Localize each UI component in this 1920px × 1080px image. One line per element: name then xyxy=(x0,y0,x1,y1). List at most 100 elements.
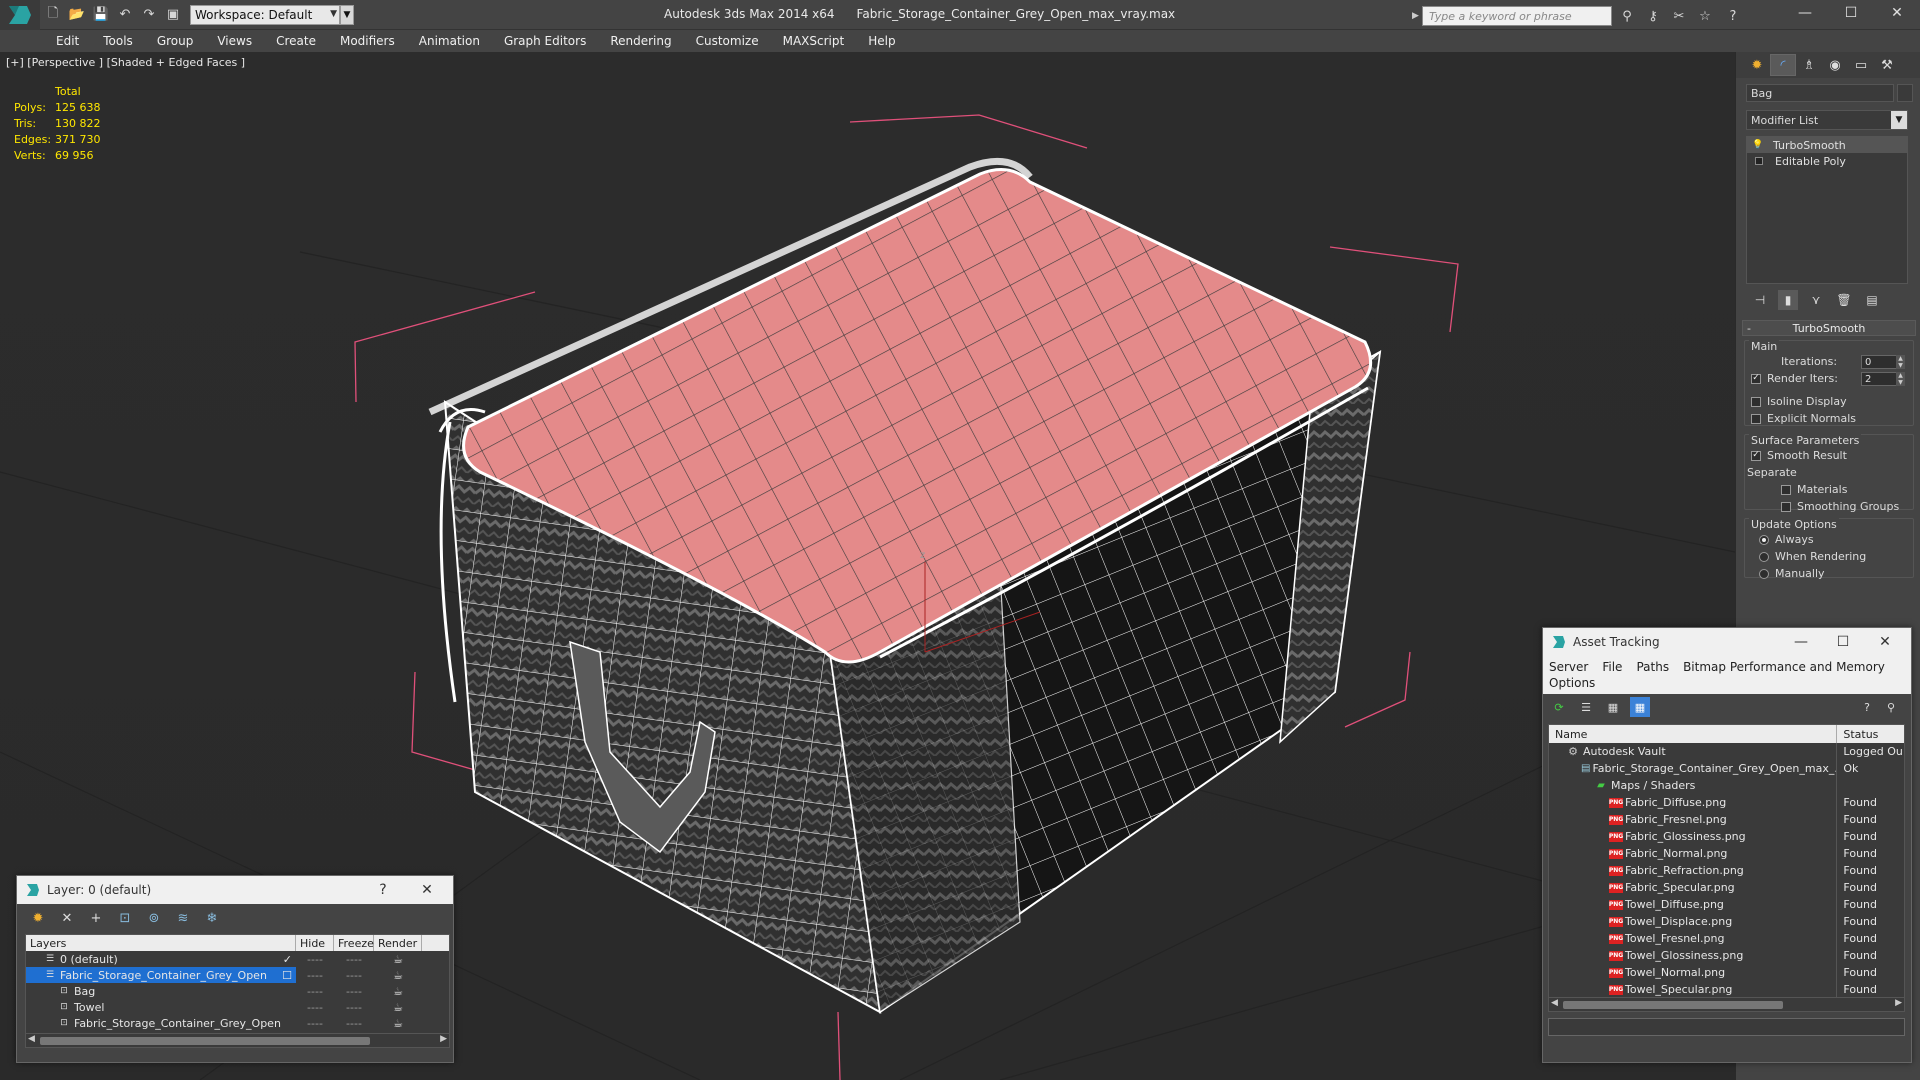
close-button[interactable]: ✕ xyxy=(1865,628,1905,656)
layer-row[interactable]: ☰ 0 (default) ✓ ---- ---- ☕ xyxy=(26,951,449,967)
delete-layer-icon[interactable]: ✕ xyxy=(56,907,78,929)
help-button[interactable]: ? xyxy=(363,876,403,904)
freeze-toggle[interactable]: ---- xyxy=(334,951,374,967)
select-objects-icon[interactable]: ⊡ xyxy=(114,907,136,929)
list-view-icon[interactable]: ☰ xyxy=(1576,697,1596,717)
menu-animation[interactable]: Animation xyxy=(419,34,480,48)
display-tab-icon[interactable]: ▭ xyxy=(1848,54,1874,76)
thumbnail-view-icon[interactable]: ▦ xyxy=(1603,697,1623,717)
asset-row[interactable]: ▰ Maps / Shaders xyxy=(1549,777,1904,794)
search-expand-icon[interactable]: ▶ xyxy=(1412,6,1422,26)
asset-row[interactable]: PNG Fabric_Specular.png Found xyxy=(1549,879,1904,896)
configure-sets-icon[interactable]: ▤ xyxy=(1862,290,1882,310)
render-teapot-icon[interactable]: ☕ xyxy=(374,999,422,1015)
spinner-arrows-icon[interactable]: ▲ ▼ xyxy=(1896,372,1905,386)
active-layer-checkbox[interactable]: ☐ xyxy=(282,969,292,982)
remove-modifier-icon[interactable]: 🗑 xyxy=(1834,290,1854,310)
layer-row[interactable]: ☰ Fabric_Storage_Container_Grey_Open ☐ ----… xyxy=(26,967,449,983)
app-logo-button[interactable] xyxy=(0,0,40,30)
turbosmooth-rollout-header[interactable]: - TurboSmooth xyxy=(1742,320,1916,336)
pin-stack-icon[interactable]: ⊣ xyxy=(1750,290,1770,310)
menu-tools[interactable]: Tools xyxy=(103,34,133,48)
asset-row[interactable]: PNG Towel_Normal.png Found xyxy=(1549,964,1904,981)
highlight-layer-icon[interactable]: ⊚ xyxy=(143,907,165,929)
refresh-icon[interactable]: ⟳ xyxy=(1549,697,1569,717)
hide-toggle[interactable]: ---- xyxy=(296,983,334,999)
update-manually-radio[interactable] xyxy=(1759,568,1769,579)
render-teapot-icon[interactable]: ☕ xyxy=(374,967,422,983)
materials-checkbox[interactable] xyxy=(1781,484,1791,495)
scroll-right-icon[interactable]: ▶ xyxy=(440,1034,447,1044)
hide-all-icon[interactable]: ≋ xyxy=(172,907,194,929)
active-layer-checkbox[interactable]: ✓ xyxy=(283,953,292,966)
menu-graph-editors[interactable]: Graph Editors xyxy=(504,34,586,48)
asset-row[interactable]: PNG Fabric_Refraction.png Found xyxy=(1549,862,1904,879)
asset-menu-bitmap-performance[interactable]: Bitmap Performance and Memory xyxy=(1683,660,1885,674)
freeze-toggle[interactable]: ---- xyxy=(334,1015,374,1031)
object-name-input[interactable]: Bag xyxy=(1746,84,1894,102)
new-layer-icon[interactable]: ✹ xyxy=(27,907,49,929)
hide-toggle[interactable]: ---- xyxy=(296,1015,334,1031)
add-to-layer-icon[interactable]: + xyxy=(85,907,107,929)
layer-row[interactable]: ⊡ Bag ---- ---- ☕ xyxy=(26,983,449,999)
show-end-result-icon[interactable]: ▮ xyxy=(1778,290,1798,310)
render-teapot-icon[interactable]: ☕ xyxy=(374,983,422,999)
table-view-icon[interactable]: ▦ xyxy=(1630,697,1650,717)
help-icon[interactable]: ? xyxy=(1857,697,1877,717)
asset-row[interactable]: PNG Towel_Specular.png Found xyxy=(1549,981,1904,998)
motion-tab-icon[interactable]: ◉ xyxy=(1822,54,1848,76)
scroll-thumb[interactable] xyxy=(1563,1001,1783,1009)
minimize-button[interactable]: — xyxy=(1782,0,1828,26)
stack-item-editable-poly[interactable]: Editable Poly xyxy=(1747,153,1907,169)
render-iters-checkbox[interactable]: ✓ xyxy=(1751,373,1761,384)
object-color-swatch[interactable] xyxy=(1897,84,1913,102)
search-input[interactable]: Type a keyword or phrase xyxy=(1422,6,1612,26)
menu-customize[interactable]: Customize xyxy=(696,34,759,48)
smoothing-groups-checkbox[interactable] xyxy=(1781,501,1791,512)
create-tab-sun-icon[interactable]: ✹ xyxy=(1744,54,1770,76)
render-teapot-icon[interactable]: ☕ xyxy=(374,951,422,967)
hierarchy-tab-icon[interactable]: ♗ xyxy=(1796,54,1822,76)
col-status-header[interactable]: Status xyxy=(1837,725,1904,743)
undo-icon[interactable]: ↶ xyxy=(114,4,136,26)
save-file-icon[interactable]: 💾 xyxy=(90,4,112,26)
menu-help[interactable]: Help xyxy=(868,34,895,48)
workspace-dropdown-arrow[interactable]: ▼ xyxy=(340,4,354,25)
scroll-right-icon[interactable]: ▶ xyxy=(1895,998,1902,1008)
menu-create[interactable]: Create xyxy=(276,34,316,48)
spinner-arrows-icon[interactable]: ▲ ▼ xyxy=(1896,355,1905,369)
render-iters-spinner[interactable]: 2 ▲ ▼ xyxy=(1861,372,1905,386)
isoline-checkbox[interactable] xyxy=(1751,396,1761,407)
project-folder-icon[interactable]: ▣ xyxy=(162,4,184,26)
asset-row[interactable]: PNG Towel_Glossiness.png Found xyxy=(1549,947,1904,964)
layer-row[interactable]: ⊡ Fabric_Storage_Container_Grey_Open ---- -… xyxy=(26,1015,449,1031)
expand-box-icon[interactable] xyxy=(1755,157,1763,165)
freeze-toggle[interactable]: ---- xyxy=(334,983,374,999)
smooth-result-checkbox[interactable]: ✓ xyxy=(1751,450,1761,461)
layer-dialog-titlebar[interactable]: Layer: 0 (default) ? ✕ xyxy=(17,876,453,904)
tools-icon[interactable]: ✂ xyxy=(1668,6,1690,26)
asset-row[interactable]: PNG Fabric_Fresnel.png Found xyxy=(1549,811,1904,828)
make-unique-icon[interactable]: ⋎ xyxy=(1806,290,1826,310)
minimize-button[interactable]: — xyxy=(1781,628,1821,656)
asset-row[interactable]: PNG Fabric_Diffuse.png Found xyxy=(1549,794,1904,811)
asset-menu-file[interactable]: File xyxy=(1602,660,1622,674)
asset-path-field[interactable] xyxy=(1548,1018,1905,1036)
asset-row[interactable]: PNG Towel_Fresnel.png Found xyxy=(1549,930,1904,947)
star-icon[interactable]: ☆ xyxy=(1694,6,1716,26)
asset-menu-options[interactable]: Options xyxy=(1549,676,1595,690)
modifier-list-dropdown[interactable]: Modifier List ▼ xyxy=(1746,110,1908,130)
scroll-thumb[interactable] xyxy=(40,1037,370,1045)
update-always-radio[interactable] xyxy=(1759,534,1769,545)
asset-tracking-titlebar[interactable]: Asset Tracking — ☐ ✕ xyxy=(1543,628,1911,656)
menu-group[interactable]: Group xyxy=(157,34,194,48)
maximize-button[interactable]: ☐ xyxy=(1828,0,1874,26)
hide-toggle[interactable]: ---- xyxy=(296,999,334,1015)
freeze-toggle[interactable]: ---- xyxy=(334,999,374,1015)
stack-item-turbosmooth[interactable]: 💡 TurboSmooth xyxy=(1747,137,1907,153)
open-file-icon[interactable]: 📂 xyxy=(66,4,88,26)
iterations-spinner[interactable]: 0 ▲ ▼ xyxy=(1861,355,1905,369)
workspace-select[interactable]: Workspace: Default ▼ xyxy=(190,4,340,25)
lightbulb-icon[interactable]: 💡 xyxy=(1752,140,1763,150)
binoculars-icon[interactable]: ⚲ xyxy=(1616,6,1638,26)
